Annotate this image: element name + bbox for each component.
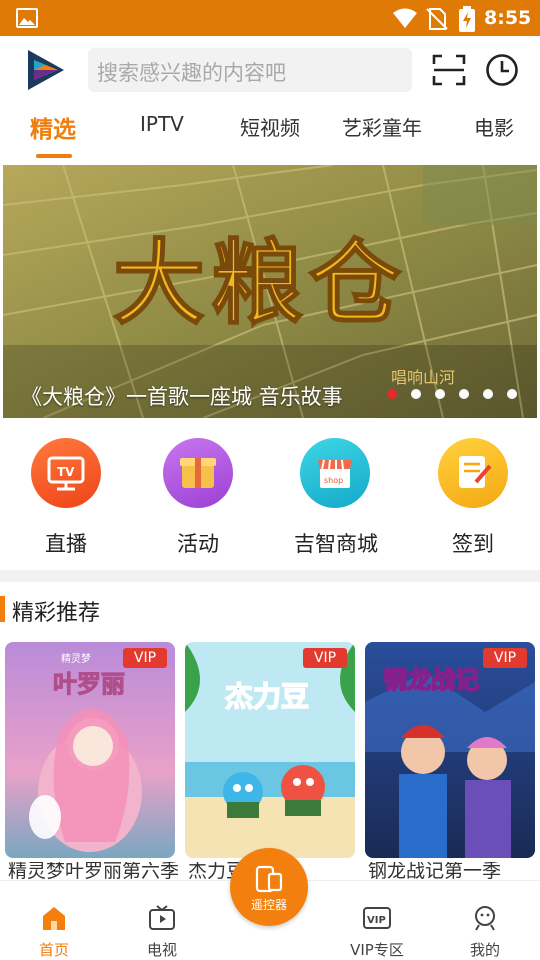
checkin-icon bbox=[459, 456, 492, 488]
app-screen: 8:55 搜索感兴趣的内容吧 精选 IPTV 短视频 艺彩童年 电影 大粮仓 唱… bbox=[0, 0, 540, 960]
no-sim-icon bbox=[426, 8, 448, 30]
nav-profile-label: 我的 bbox=[469, 941, 500, 959]
banner-caption: 《大粮仓》一首歌一座城 音乐故事 bbox=[21, 385, 343, 409]
checkin-button[interactable] bbox=[438, 438, 508, 508]
home-icon bbox=[43, 907, 65, 930]
nav-home-label: 首页 bbox=[38, 941, 69, 959]
battery-icon bbox=[459, 6, 475, 32]
svg-text:唱响山河: 唱响山河 bbox=[391, 369, 455, 387]
mall-button[interactable]: shop bbox=[300, 438, 370, 508]
card-title: 精灵梦叶罗丽第六季 bbox=[8, 862, 180, 880]
tab-featured[interactable]: 精选 bbox=[30, 110, 76, 144]
history-clock-icon[interactable] bbox=[485, 53, 519, 87]
card-poster: 叶罗丽 精灵梦 bbox=[5, 642, 175, 858]
vip-badge: VIP bbox=[303, 648, 347, 668]
svg-text:杰力豆: 杰力豆 bbox=[225, 680, 309, 713]
search-input[interactable]: 搜索感兴趣的内容吧 bbox=[88, 48, 412, 92]
gift-icon bbox=[180, 458, 216, 488]
status-bar: 8:55 bbox=[0, 0, 540, 36]
svg-text:VIP: VIP bbox=[367, 915, 386, 926]
activity-label: 活动 bbox=[177, 532, 219, 556]
vip-badge: VIP bbox=[123, 648, 167, 668]
banner-dot[interactable] bbox=[387, 389, 397, 399]
profile-icon bbox=[475, 906, 495, 931]
banner-dot[interactable] bbox=[507, 389, 517, 399]
banner-title-art: 大粮仓 bbox=[113, 233, 407, 335]
banner-dot[interactable] bbox=[459, 389, 469, 399]
checkin-label: 签到 bbox=[452, 532, 494, 556]
picture-icon bbox=[16, 8, 38, 28]
live-button[interactable]: TV bbox=[31, 438, 101, 508]
section-divider bbox=[0, 570, 540, 582]
category-tabs: 精选 IPTV 短视频 艺彩童年 电影 bbox=[0, 112, 540, 160]
shop-icon: shop bbox=[318, 459, 352, 488]
search-placeholder: 搜索感兴趣的内容吧 bbox=[97, 61, 286, 85]
section-title: 精彩推荐 bbox=[12, 601, 101, 626]
live-label: 直播 bbox=[45, 532, 87, 556]
tv-nav-icon bbox=[149, 905, 175, 930]
hero-banner[interactable]: 大粮仓 唱响山河 《大粮仓》一首歌一座城 音乐故事 bbox=[3, 165, 537, 418]
banner-dot[interactable] bbox=[411, 389, 421, 399]
banner-dot[interactable] bbox=[483, 389, 493, 399]
recommend-card[interactable]: 杰力豆 VIP bbox=[185, 642, 355, 858]
recommend-card[interactable]: 钢龙战记 VIP bbox=[365, 642, 535, 858]
banner-pagination bbox=[387, 389, 527, 401]
status-time: 8:55 bbox=[484, 7, 532, 29]
tv-icon: TV bbox=[47, 456, 85, 491]
vip-icon: VIP bbox=[363, 907, 391, 929]
remote-label: 遥控器 bbox=[250, 898, 287, 912]
scan-icon[interactable] bbox=[432, 54, 466, 86]
nav-vip-label: VIP专区 bbox=[350, 941, 404, 959]
wifi-icon bbox=[393, 8, 417, 28]
remote-control-button[interactable]: 遥控器 bbox=[230, 848, 308, 926]
activity-button[interactable] bbox=[163, 438, 233, 508]
banner-dot[interactable] bbox=[435, 389, 445, 399]
tab-short-video[interactable]: 短视频 bbox=[240, 112, 300, 141]
section-accent bbox=[0, 596, 5, 622]
svg-text:钢龙战记: 钢龙战记 bbox=[383, 666, 479, 694]
recommend-card[interactable]: 叶罗丽 精灵梦 VIP bbox=[5, 642, 175, 858]
tab-movies[interactable]: 电影 bbox=[474, 112, 514, 141]
svg-text:TV: TV bbox=[57, 465, 75, 479]
svg-text:叶罗丽: 叶罗丽 bbox=[53, 670, 125, 698]
card-title: 钢龙战记第一季 bbox=[368, 862, 502, 880]
tab-iptv[interactable]: IPTV bbox=[140, 112, 184, 136]
mall-label: 吉智商城 bbox=[294, 532, 378, 556]
tab-childhood[interactable]: 艺彩童年 bbox=[342, 112, 422, 141]
card-poster: 杰力豆 bbox=[185, 642, 355, 858]
svg-text:shop: shop bbox=[324, 476, 343, 485]
nav-tv-label: 电视 bbox=[146, 941, 177, 959]
tab-indicator bbox=[36, 154, 72, 158]
vip-badge: VIP bbox=[483, 648, 527, 668]
svg-text:精灵梦: 精灵梦 bbox=[61, 652, 91, 665]
card-poster: 钢龙战记 bbox=[365, 642, 535, 858]
remote-icon bbox=[255, 865, 283, 893]
app-logo[interactable] bbox=[26, 48, 66, 92]
